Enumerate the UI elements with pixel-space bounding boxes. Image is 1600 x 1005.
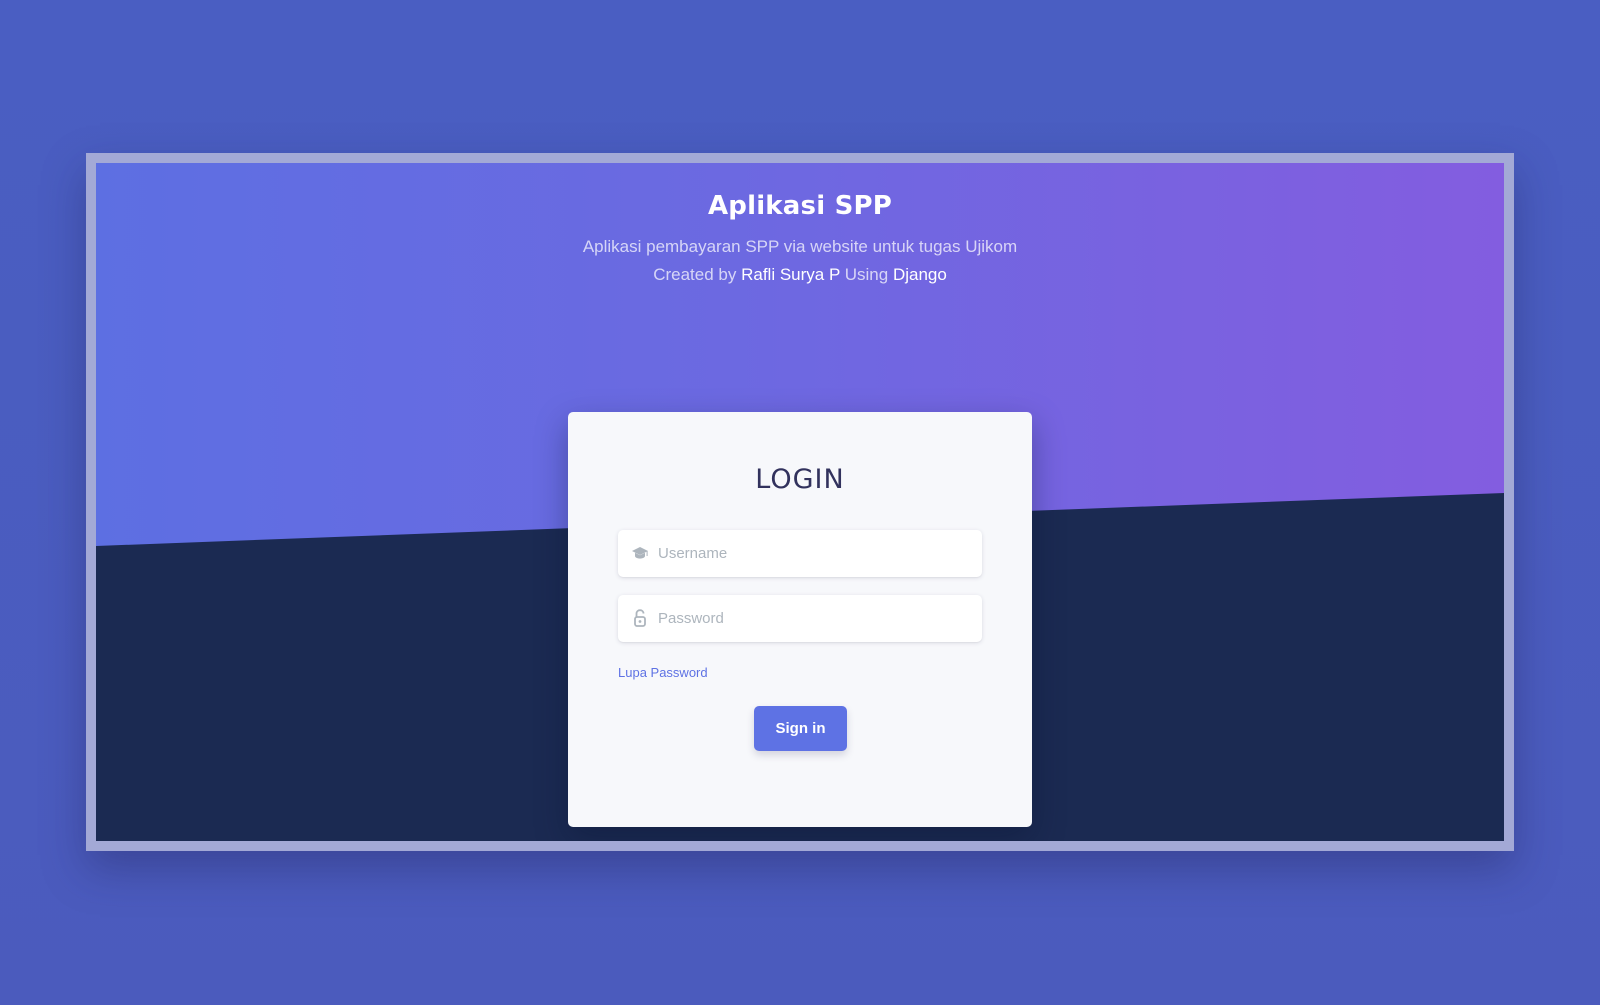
credit-prefix: Created by [653, 265, 737, 284]
forgot-password-link[interactable]: Lupa Password [618, 665, 708, 680]
sign-in-button[interactable]: Sign in [754, 706, 847, 751]
login-title: LOGIN [755, 464, 845, 495]
credit-line: Created by Rafli Surya P Using Django [96, 261, 1504, 289]
app-screen: Aplikasi SPP Aplikasi pembayaran SPP via… [96, 163, 1504, 841]
password-field[interactable] [618, 595, 982, 642]
username-input[interactable] [658, 530, 968, 577]
unlock-icon [630, 608, 650, 628]
framework-name: Django [892, 265, 947, 284]
page-header: Aplikasi SPP Aplikasi pembayaran SPP via… [96, 191, 1504, 289]
description-line: Aplikasi pembayaran SPP via website untu… [582, 237, 1018, 256]
login-card: LOGIN Username Lupa Password Sign in [568, 412, 1032, 827]
username-field[interactable] [618, 530, 982, 577]
browser-frame: Aplikasi SPP Aplikasi pembayaran SPP via… [86, 153, 1514, 851]
credit-middle: Using [844, 265, 889, 284]
app-description: Aplikasi pembayaran SPP via website untu… [96, 233, 1504, 289]
app-title: Aplikasi SPP [707, 191, 893, 221]
author-name: Rafli Surya P [741, 265, 840, 284]
password-input[interactable] [658, 595, 968, 642]
graduation-cap-icon [630, 543, 650, 563]
